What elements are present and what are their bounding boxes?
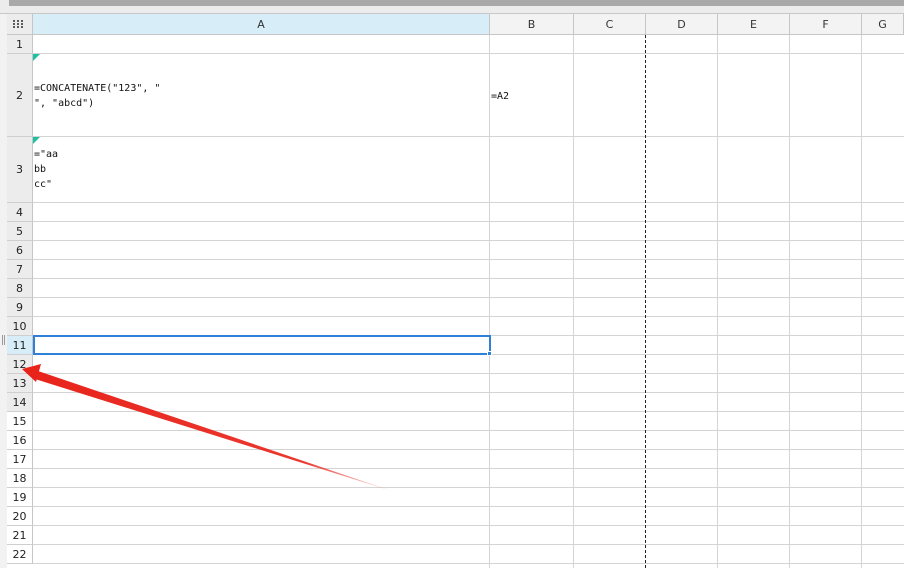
red-arrow-icon <box>22 364 398 493</box>
